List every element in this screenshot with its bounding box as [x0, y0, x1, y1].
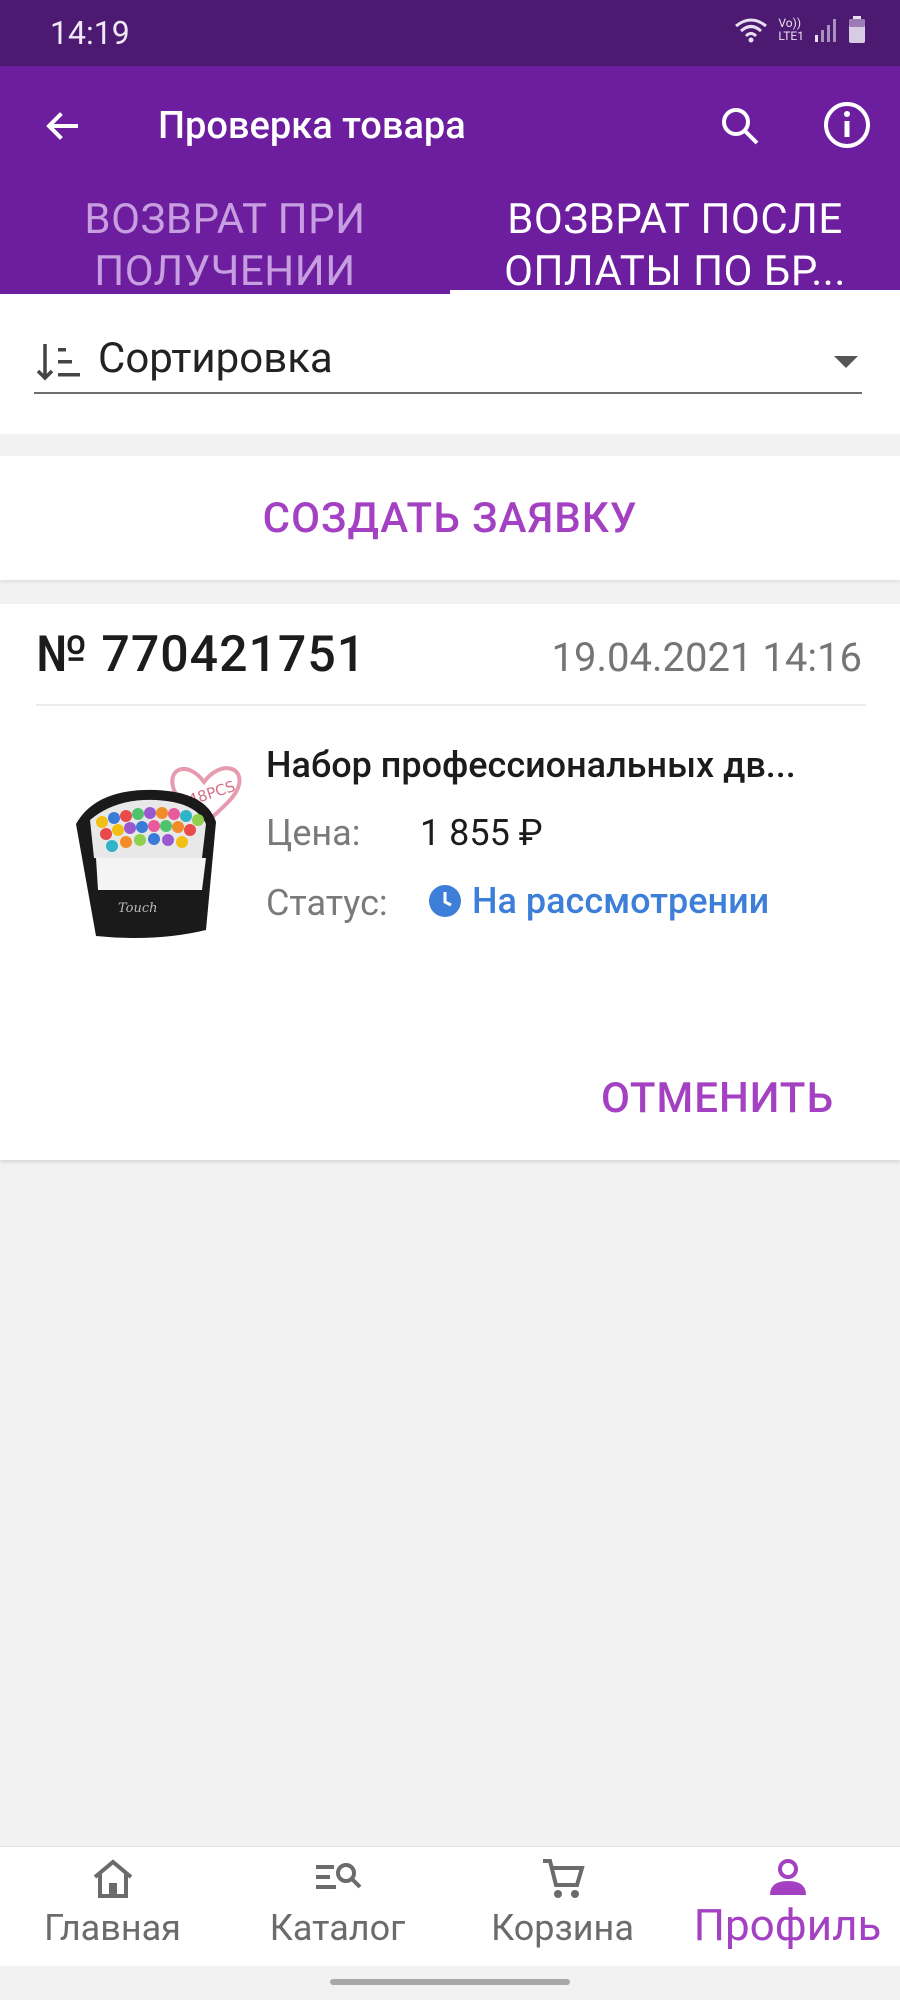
status-value: На рассмотрении — [472, 880, 770, 922]
nav-label-home: Главная — [44, 1907, 181, 1949]
sort-label: Сортировка — [98, 334, 333, 383]
order-card: № 770421751 19.04.2021 14:16 48PCS Touch… — [0, 604, 900, 1160]
profile-icon — [769, 1859, 806, 1895]
app-bar: Проверка товара ВОЗВРАТ ПРИ ПОЛУЧЕНИИ ВО… — [0, 66, 900, 294]
back-arrow-icon[interactable] — [38, 102, 86, 150]
lte-indicator: Vo)) LTE1 — [778, 16, 804, 43]
info-icon[interactable] — [822, 100, 872, 150]
create-request-button[interactable]: СОЗДАТЬ ЗАЯВКУ — [0, 456, 900, 580]
sort-icon — [36, 344, 80, 381]
nav-item-profile[interactable]: Профиль — [675, 1857, 900, 1967]
product-image[interactable]: 48PCS Touch — [56, 740, 256, 950]
sort-card: Сортировка — [0, 294, 900, 434]
battery-icon — [849, 16, 865, 43]
divider — [36, 704, 866, 706]
gesture-bar[interactable] — [330, 1979, 570, 1985]
order-datetime: 19.04.2021 14:16 — [551, 634, 862, 681]
status-row: Статус: На рассмотрении — [266, 880, 769, 924]
svg-text:Touch: Touch — [118, 901, 158, 916]
nav-item-catalog[interactable]: Каталог — [225, 1857, 450, 1967]
search-icon[interactable] — [716, 102, 764, 150]
tab-return-after-payment[interactable]: ВОЗВРАТ ПОСЛЕ ОПЛАТЫ ПО БР... — [450, 194, 900, 294]
order-number: № 770421751 — [36, 626, 367, 684]
price-row: Цена: 1 855 ₽ — [266, 812, 543, 854]
nav-label-profile: Профиль — [693, 1899, 882, 1951]
nav-label-cart: Корзина — [491, 1907, 634, 1949]
product-name[interactable]: Набор профессиональных дв... — [266, 744, 866, 786]
cancel-button[interactable]: ОТМЕНИТЬ — [601, 1074, 834, 1123]
price-value: 1 855 ₽ — [420, 812, 543, 854]
price-label: Цена: — [266, 812, 361, 854]
page-title: Проверка товара — [158, 104, 466, 148]
signal-icon — [815, 19, 836, 42]
status-label: Статус: — [266, 882, 388, 924]
status-bar: 14:19 Vo)) LTE1 — [0, 0, 900, 66]
wifi-icon — [735, 18, 768, 43]
catalog-search-icon — [315, 1863, 361, 1889]
home-icon — [93, 1859, 132, 1898]
status-time: 14:19 — [50, 14, 130, 52]
nav-item-cart[interactable]: Корзина — [450, 1857, 675, 1967]
system-icons: Vo)) LTE1 — [734, 16, 866, 44]
sort-dropdown[interactable]: Сортировка — [34, 334, 862, 394]
nav-item-home[interactable]: Главная — [0, 1857, 225, 1967]
nav-label-catalog: Каталог — [269, 1907, 406, 1949]
clock-icon — [429, 885, 461, 917]
cart-icon — [542, 1859, 585, 1898]
dropdown-caret-icon — [834, 356, 858, 368]
bottom-navigation: Главная Каталог Корзина Профиль — [0, 1846, 900, 1966]
create-request-card: СОЗДАТЬ ЗАЯВКУ — [0, 456, 900, 580]
tab-return-on-receipt[interactable]: ВОЗВРАТ ПРИ ПОЛУЧЕНИИ — [0, 194, 450, 294]
status-badge: На рассмотрении — [428, 880, 769, 922]
